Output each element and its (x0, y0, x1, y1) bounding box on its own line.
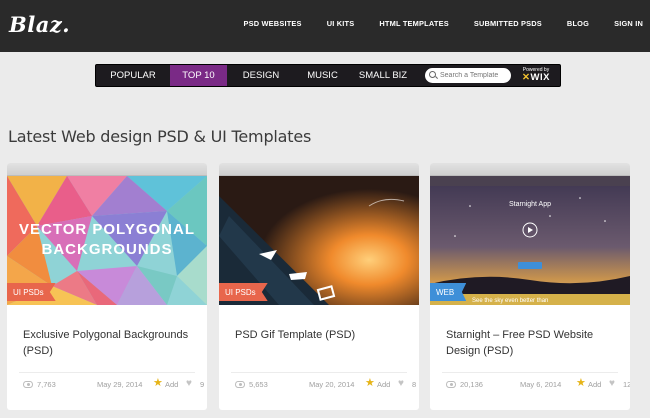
eye-icon (235, 381, 245, 388)
publish-date: May 20, 2014 (309, 380, 355, 389)
like-count: 9 (200, 380, 205, 389)
card-meta: 7,763 May 29, 2014 ★ Add ♥ 9 (23, 378, 204, 392)
view-count: 5,653 (249, 380, 268, 389)
like-count: 8 (412, 380, 417, 389)
card-category-ribbon[interactable]: WEB (430, 283, 467, 301)
card-title[interactable]: Exclusive Polygonal Backgrounds (PSD) (23, 327, 195, 359)
star-icon[interactable]: ★ (365, 378, 375, 389)
card-tab (7, 163, 207, 176)
card-tab (430, 163, 630, 176)
card-tab (219, 163, 419, 176)
add-favorite-button[interactable]: Add (377, 380, 390, 389)
nav-sign-in[interactable]: SIGN IN (614, 19, 643, 28)
card-category-ribbon[interactable]: UI PSDs (219, 283, 268, 301)
card-meta: 5,653 May 20, 2014 ★ Add ♥ 8 (235, 378, 416, 392)
section-title: Latest Web design PSD & UI Templates (8, 127, 312, 146)
template-card[interactable]: VECTOR POLYGONAL BACKGROUNDS UI PSDs Exc… (7, 163, 207, 410)
svg-text:VECTOR POLYGONAL: VECTOR POLYGONAL (19, 221, 195, 238)
heart-icon[interactable]: ♥ (186, 378, 192, 389)
top-navigation-bar: Blaz. PSD WEBSITES UI KITS HTML TEMPLATE… (0, 0, 650, 52)
card-divider (19, 372, 195, 373)
add-favorite-button[interactable]: Add (588, 380, 601, 389)
search-input[interactable] (440, 72, 510, 79)
star-icon[interactable]: ★ (153, 378, 163, 389)
nav-psd-websites[interactable]: PSD WEBSITES (243, 19, 301, 28)
category-small-biz[interactable]: SMALL BIZ (350, 65, 416, 86)
starnight-subtext: See the sky even better than (472, 298, 548, 304)
nav-html-templates[interactable]: HTML TEMPLATES (379, 19, 448, 28)
nav-ui-kits[interactable]: UI KITS (327, 19, 355, 28)
category-music[interactable]: MUSIC (295, 65, 350, 86)
starnight-app-label: Starnight App (509, 201, 551, 208)
search-icon[interactable] (429, 71, 438, 80)
site-logo[interactable]: Blaz. (9, 12, 70, 37)
card-title[interactable]: PSD Gif Template (PSD) (235, 327, 407, 343)
card-meta: 20,136 May 6, 2014 ★ Add ♥ 12 (446, 378, 630, 392)
eye-icon (446, 381, 456, 388)
wix-logo: ✕WIX (522, 72, 550, 83)
card-divider (231, 372, 407, 373)
like-count: 12 (623, 380, 630, 389)
view-count: 20,136 (460, 380, 483, 389)
template-card[interactable]: Starnight App See the sky even better th… (430, 163, 630, 410)
category-top-10[interactable]: TOP 10 (170, 65, 227, 86)
eye-icon (23, 381, 33, 388)
publish-date: May 6, 2014 (520, 380, 562, 389)
category-popular[interactable]: POPULAR (96, 65, 170, 86)
card-category-ribbon[interactable]: UI PSDs (7, 283, 56, 301)
heart-icon[interactable]: ♥ (609, 378, 615, 389)
powered-by-wix-badge[interactable]: Powered by ✕WIX (516, 67, 556, 84)
card-title[interactable]: Starnight – Free PSD Website Design (PSD… (446, 327, 618, 359)
template-search[interactable] (425, 68, 511, 83)
view-count: 7,763 (37, 380, 56, 389)
nav-blog[interactable]: BLOG (567, 19, 589, 28)
category-design[interactable]: DESIGN (227, 65, 295, 86)
svg-text:BACKGROUNDS: BACKGROUNDS (42, 241, 173, 258)
star-icon[interactable]: ★ (576, 378, 586, 389)
top-nav-menu: PSD WEBSITES UI KITS HTML TEMPLATES SUBM… (218, 19, 643, 28)
template-card[interactable]: UI PSDs PSD Gif Template (PSD) 5,653 May… (219, 163, 419, 410)
publish-date: May 29, 2014 (97, 380, 143, 389)
category-bar: POPULAR TOP 10 DESIGN MUSIC SMALL BIZ Po… (95, 64, 561, 87)
card-divider (442, 372, 618, 373)
heart-icon[interactable]: ♥ (398, 378, 404, 389)
nav-submitted-psds[interactable]: SUBMITTED PSDS (474, 19, 542, 28)
add-favorite-button[interactable]: Add (165, 380, 178, 389)
